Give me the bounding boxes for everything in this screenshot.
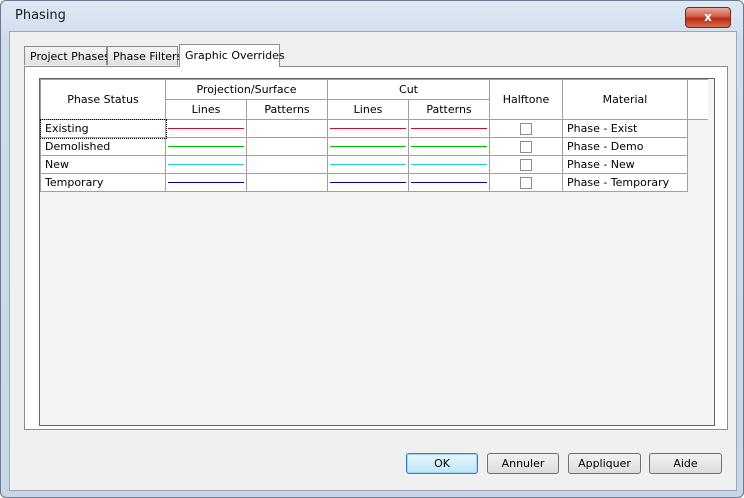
header-projection-surface[interactable]: Projection/Surface	[165, 79, 328, 100]
halftone-cell[interactable]	[489, 137, 563, 156]
phasing-dialog: Phasing x Project Phases Phase Filters G…	[0, 0, 744, 498]
ok-button[interactable]: OK	[406, 453, 478, 474]
projection-patterns-cell[interactable]	[246, 119, 328, 138]
material-cell[interactable]: Phase - Exist	[562, 119, 688, 138]
table-row[interactable]: Existing Phase - Exist	[40, 118, 708, 139]
overrides-grid: Phase Status Projection/Surface Cut Half…	[39, 78, 715, 426]
row-filler	[687, 155, 708, 174]
header-proj-patterns[interactable]: Patterns	[246, 99, 328, 120]
header-proj-lines[interactable]: Lines	[165, 99, 247, 120]
apply-button[interactable]: Appliquer	[568, 453, 641, 474]
halftone-checkbox[interactable]	[520, 141, 532, 153]
table-row[interactable]: New Phase - New	[40, 155, 708, 174]
cut-lines-cell[interactable]	[327, 173, 409, 192]
table-row[interactable]: Demolished Phase - Demo	[40, 137, 708, 156]
material-cell[interactable]: Phase - New	[562, 155, 688, 174]
header-material[interactable]: Material	[562, 79, 688, 120]
halftone-checkbox[interactable]	[520, 123, 532, 135]
header-cut-patterns[interactable]: Patterns	[408, 99, 490, 120]
line-swatch	[411, 146, 487, 147]
header-cut-lines[interactable]: Lines	[327, 99, 409, 120]
phase-status-cell[interactable]: Demolished	[40, 137, 166, 156]
line-swatch	[411, 128, 487, 129]
row-filler	[687, 173, 708, 192]
line-swatch	[168, 182, 244, 183]
help-button[interactable]: Aide	[649, 453, 722, 474]
line-swatch	[330, 128, 406, 129]
table-row[interactable]: Temporary Phase - Temporary	[40, 173, 708, 192]
projection-lines-cell[interactable]	[165, 137, 247, 156]
header-filler	[687, 79, 708, 120]
cut-lines-cell[interactable]	[327, 155, 409, 174]
cut-lines-cell[interactable]	[327, 119, 409, 138]
overrides-table: Phase Status Projection/Surface Cut Half…	[40, 79, 708, 192]
header-halftone[interactable]: Halftone	[489, 79, 563, 120]
line-swatch	[330, 164, 406, 165]
tab-graphic-overrides[interactable]: Graphic Overrides	[179, 44, 285, 67]
tab-project-phases[interactable]: Project Phases	[24, 46, 110, 65]
halftone-cell[interactable]	[489, 119, 563, 138]
line-swatch	[330, 182, 406, 183]
table-body: Existing Phase - Exist Demolished Phase - D…	[40, 118, 708, 192]
cut-patterns-cell[interactable]	[408, 173, 490, 192]
row-filler	[687, 119, 708, 138]
halftone-cell[interactable]	[489, 155, 563, 174]
line-swatch	[330, 146, 406, 147]
header-phase-status[interactable]: Phase Status	[40, 79, 166, 120]
projection-patterns-cell[interactable]	[246, 173, 328, 192]
close-button[interactable]: x	[685, 7, 731, 28]
halftone-checkbox[interactable]	[520, 177, 532, 189]
halftone-cell[interactable]	[489, 173, 563, 192]
tab-phase-filters[interactable]: Phase Filters	[107, 46, 182, 65]
row-filler	[687, 137, 708, 156]
cut-patterns-cell[interactable]	[408, 155, 490, 174]
cut-lines-cell[interactable]	[327, 137, 409, 156]
halftone-checkbox[interactable]	[520, 159, 532, 171]
cut-patterns-cell[interactable]	[408, 137, 490, 156]
line-swatch	[168, 164, 244, 165]
material-cell[interactable]: Phase - Demo	[562, 137, 688, 156]
line-swatch	[168, 128, 244, 129]
header-cut[interactable]: Cut	[327, 79, 490, 100]
line-swatch	[411, 182, 487, 183]
projection-lines-cell[interactable]	[165, 119, 247, 138]
phase-status-cell[interactable]: New	[40, 155, 166, 174]
material-cell[interactable]: Phase - Temporary	[562, 173, 688, 192]
line-swatch	[411, 164, 487, 165]
cut-patterns-cell[interactable]	[408, 119, 490, 138]
window-title: Phasing	[15, 8, 66, 23]
projection-lines-cell[interactable]	[165, 155, 247, 174]
title-bar[interactable]: Phasing x	[1, 1, 743, 31]
projection-lines-cell[interactable]	[165, 173, 247, 192]
line-swatch	[168, 146, 244, 147]
dialog-body: Project Phases Phase Filters Graphic Ove…	[9, 31, 737, 491]
projection-patterns-cell[interactable]	[246, 155, 328, 174]
resize-grip-icon[interactable]	[724, 478, 734, 488]
graphic-overrides-panel: Phase Status Projection/Surface Cut Half…	[24, 66, 728, 430]
phase-status-cell[interactable]: Existing	[40, 118, 167, 139]
projection-patterns-cell[interactable]	[246, 137, 328, 156]
phase-status-cell[interactable]: Temporary	[40, 173, 166, 192]
cancel-button[interactable]: Annuler	[487, 453, 559, 474]
close-icon: x	[704, 10, 712, 24]
